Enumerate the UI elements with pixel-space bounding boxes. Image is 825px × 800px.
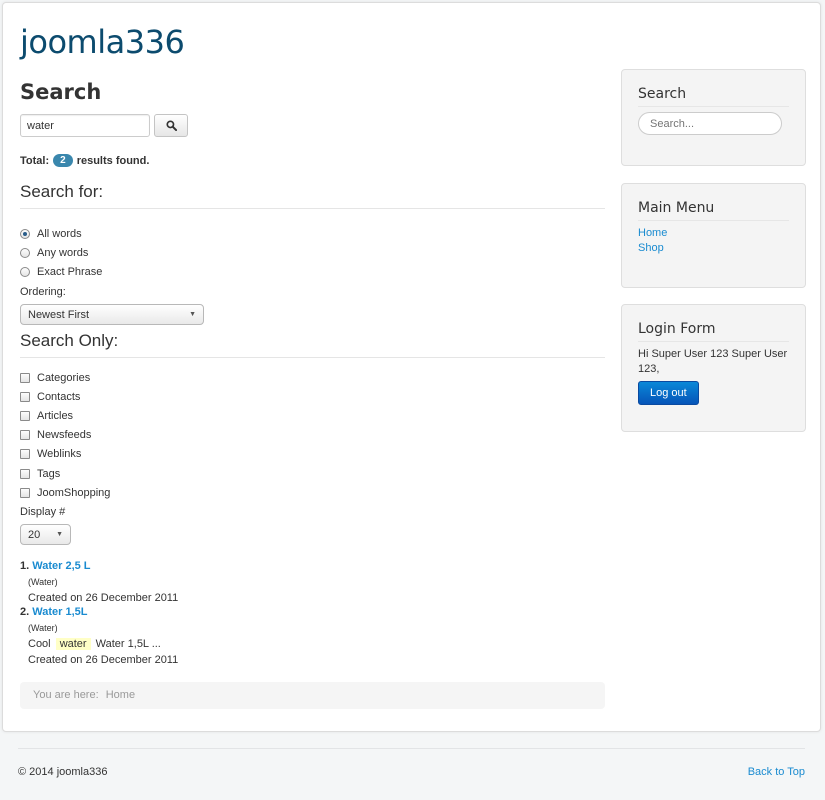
checkbox[interactable] [20,430,30,440]
login-greeting: Hi Super User 123 Super User 123, [638,348,788,375]
checkbox[interactable] [20,469,30,479]
radio-button[interactable] [20,248,30,258]
page-title: Search [20,80,102,104]
area-checkbox-tags[interactable]: Tags [20,468,60,480]
result-link[interactable]: Water 1,5L [32,606,87,618]
total-label: Total: [20,154,50,167]
results-total: Total: 2 results found. [20,154,149,167]
snippet-text: Cool [28,638,51,650]
footer-divider [18,748,805,749]
result-category: (Water) [28,623,58,633]
main-menu-module: Main Menu Home Shop [621,183,806,288]
radio-label: Exact Phrase [37,266,103,278]
result-link[interactable]: Water 2,5 L [32,560,90,572]
checkbox[interactable] [20,373,30,383]
checkbox-label: JoomShopping [37,487,111,499]
result-created: Created on 26 December 2011 [28,654,179,666]
results-count-badge: 2 [53,154,73,167]
result-title: 2. Water 1,5L [20,606,87,618]
search-module-title: Search [638,86,789,107]
checkbox[interactable] [20,488,30,498]
chevron-down-icon: ▼ [189,311,196,318]
snippet-text: Water 1,5L ... [95,638,161,650]
checkbox-label: Newsfeeds [37,429,92,441]
checkbox-label: Categories [37,372,91,384]
checkbox-label: Tags [37,468,61,480]
area-checkbox-weblinks[interactable]: Weblinks [20,448,81,460]
chevron-down-icon: ▼ [56,531,63,538]
result-number: 1. [20,560,30,572]
result-created: Created on 26 December 2011 [28,592,179,604]
breadcrumb-prefix: You are here: [33,689,99,701]
checkbox[interactable] [20,392,30,402]
footer-copyright: © 2014 joomla336 [18,766,108,778]
result-title: 1. Water 2,5 L [20,560,91,572]
sidebar-search-input[interactable] [638,112,782,135]
search-only-title: Search Only: [20,331,605,358]
area-checkbox-joomshopping[interactable]: JoomShopping [20,487,110,499]
checkbox-label: Weblinks [37,448,82,460]
menu-item-home[interactable]: Home [638,226,789,241]
snippet-highlight: water [55,638,91,650]
area-checkbox-newsfeeds[interactable]: Newsfeeds [20,429,91,441]
checkbox-label: Contacts [37,391,81,403]
logout-button[interactable]: Log out [638,381,699,405]
radio-label: Any words [37,247,89,259]
search-module: Search [621,69,806,166]
login-module: Login Form Hi Super User 123 Super User … [621,304,806,432]
breadcrumb: You are here: Home [20,682,605,709]
radio-all-words[interactable]: All words [20,228,82,240]
search-icon [165,120,177,131]
ordering-select[interactable]: Newest First ▼ [20,304,204,325]
ordering-value: Newest First [28,308,90,321]
radio-button[interactable] [20,267,30,277]
search-input[interactable] [20,114,150,137]
result-category: (Water) [28,577,58,587]
total-suffix: results found. [76,154,150,167]
area-checkbox-contacts[interactable]: Contacts [20,391,80,403]
area-checkbox-categories[interactable]: Categories [20,372,90,384]
display-value: 20 [28,528,41,541]
breadcrumb-current: Home [105,689,136,701]
checkbox-label: Articles [37,410,74,422]
radio-label: All words [37,228,82,240]
main-menu-title: Main Menu [638,200,789,221]
menu-item-shop[interactable]: Shop [638,241,789,256]
radio-exact-phrase[interactable]: Exact Phrase [20,266,102,278]
area-checkbox-articles[interactable]: Articles [20,410,73,422]
radio-any-words[interactable]: Any words [20,247,88,259]
ordering-label: Ordering: [20,286,66,298]
display-limit-select[interactable]: 20 ▼ [20,524,71,545]
back-to-top-link[interactable]: Back to Top [748,766,805,778]
site-title[interactable]: joomla336 [20,23,185,61]
display-label: Display # [20,506,66,518]
login-form-title: Login Form [638,321,789,342]
page-container: joomla336 Search Total: 2 results found.… [2,2,821,732]
search-button[interactable] [154,114,188,137]
result-number: 2. [20,606,30,618]
checkbox[interactable] [20,411,30,421]
result-snippet: Cool water Water 1,5L ... [28,638,161,650]
radio-button[interactable] [20,229,30,239]
search-for-title: Search for: [20,182,605,209]
checkbox[interactable] [20,449,30,459]
